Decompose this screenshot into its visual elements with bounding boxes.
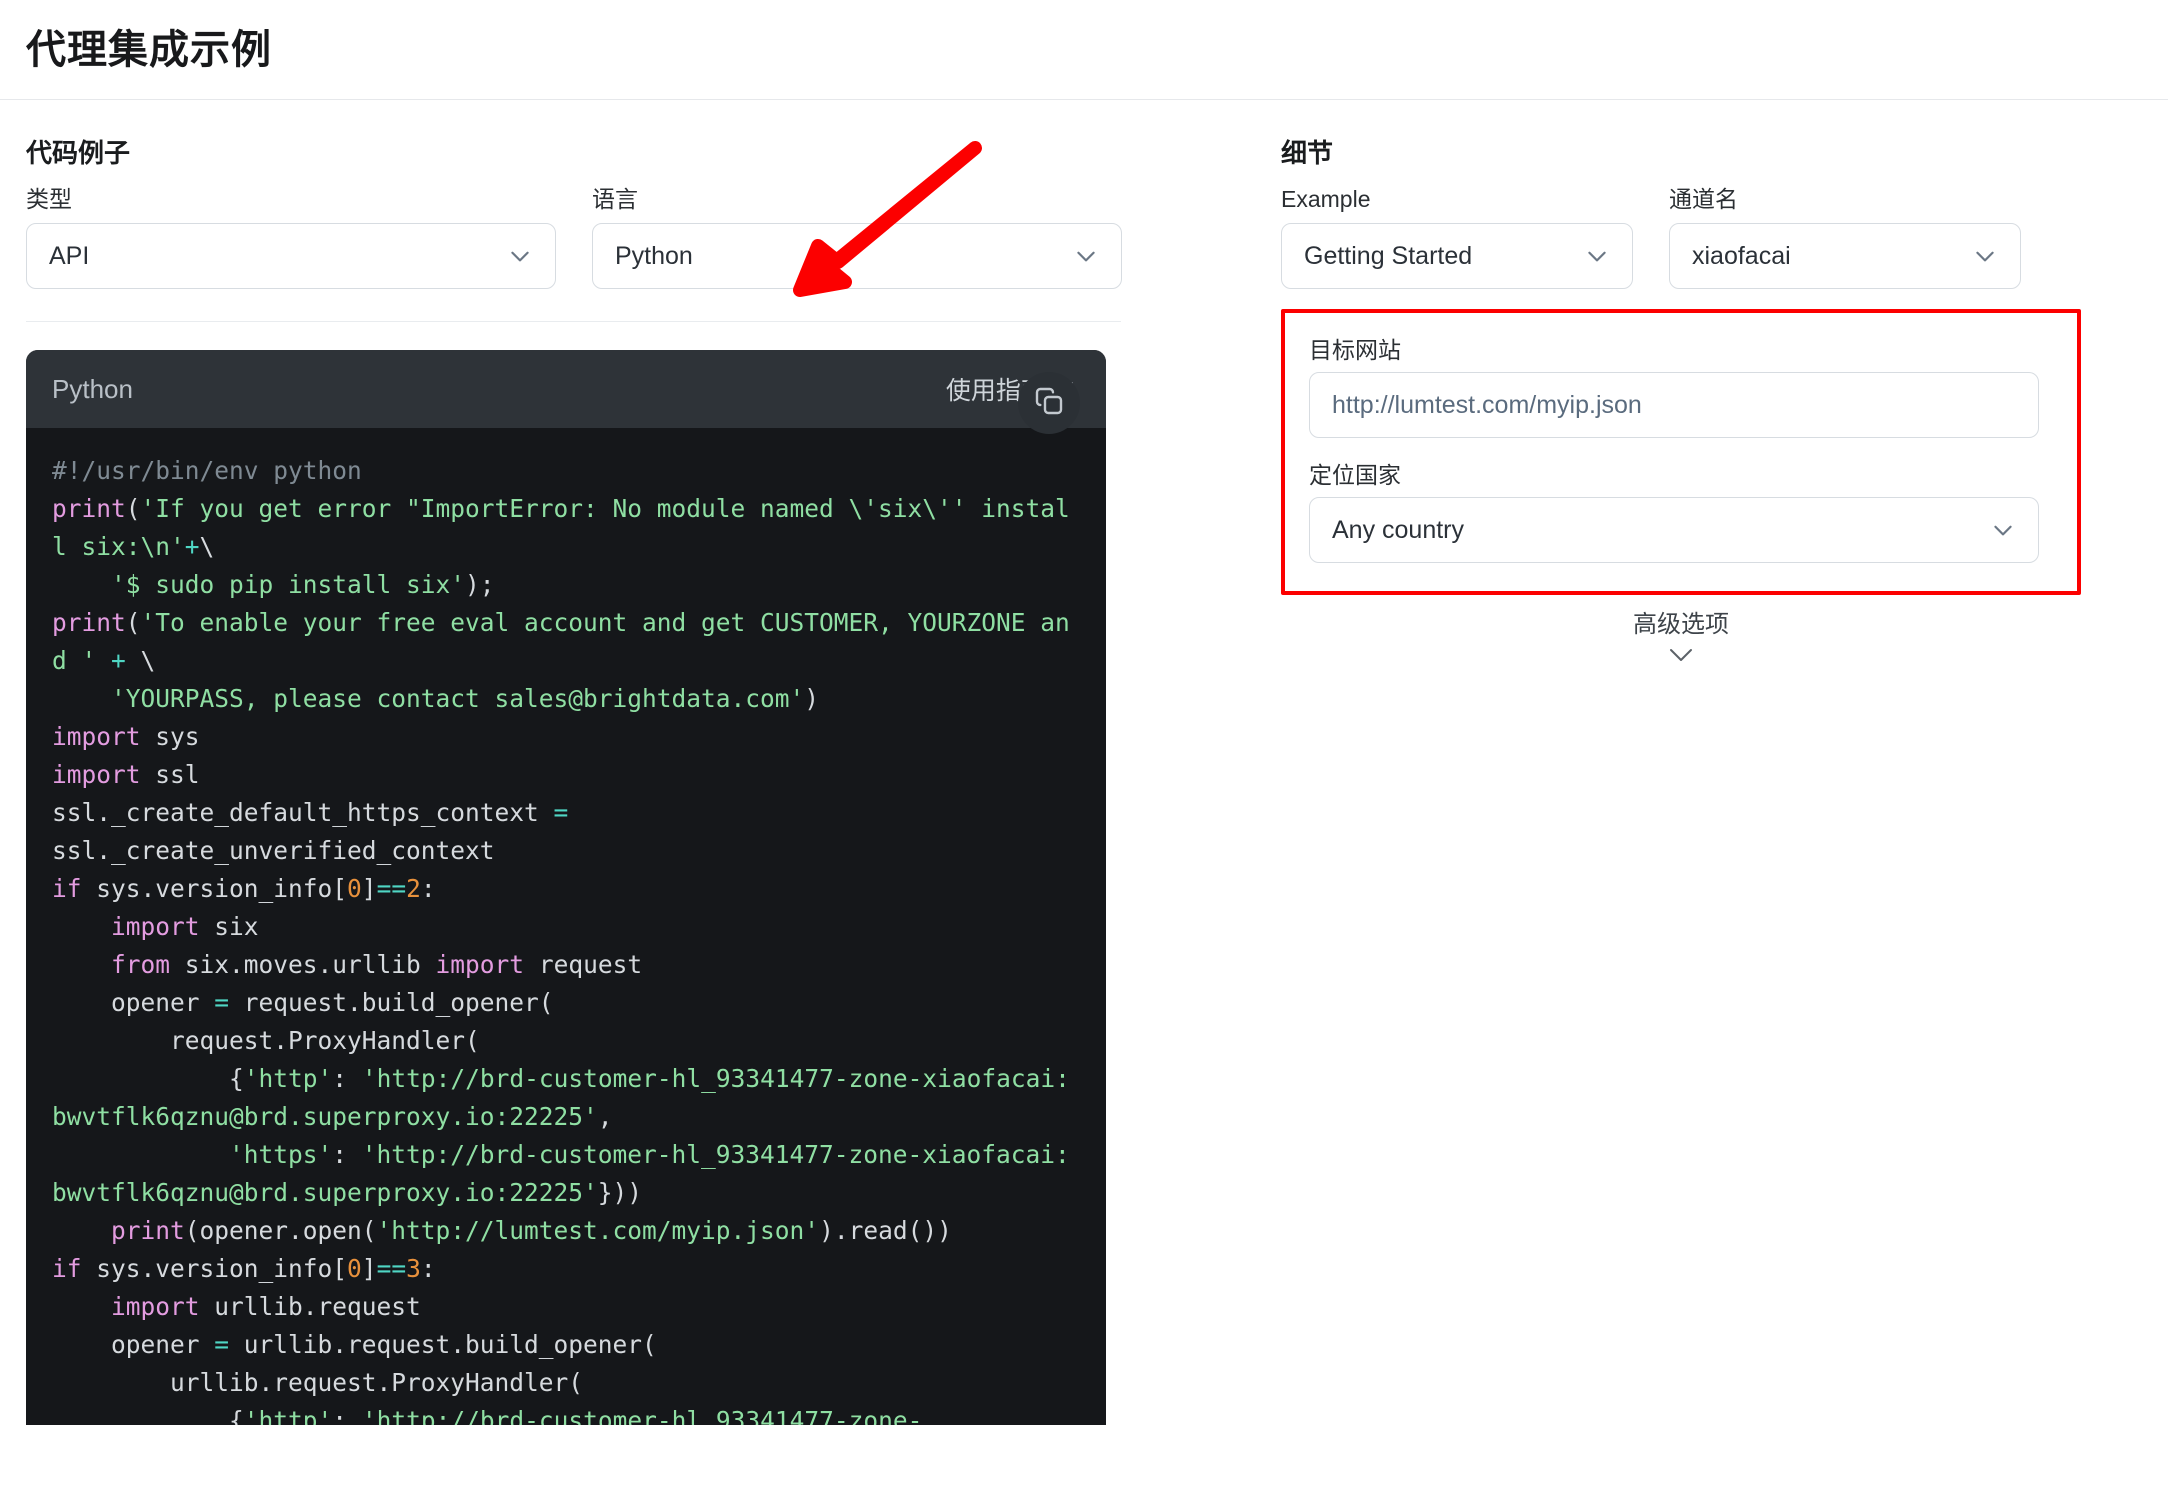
- zone-label: 通道名: [1669, 188, 2021, 211]
- page-title: 代理集成示例: [26, 30, 272, 70]
- code-line: print(opener.open('http://lumtest.com/my…: [52, 1212, 1080, 1250]
- code-section-heading: 代码例子: [26, 140, 1146, 166]
- zone-select[interactable]: xiaofacai: [1669, 223, 2021, 289]
- advanced-options-label: 高级选项: [1633, 613, 1729, 637]
- code-line: print('To enable your free eval account …: [52, 604, 1080, 680]
- language-select[interactable]: Python: [592, 223, 1122, 289]
- code-panel: Python 使用指南 ↗ #!/usr/bin/env pythonprin: [26, 350, 1106, 1425]
- type-select-value: API: [49, 242, 89, 271]
- chevron-down-icon: [1665, 645, 1697, 665]
- example-select[interactable]: Getting Started: [1281, 223, 1633, 289]
- example-label: Example: [1281, 188, 1633, 211]
- app-root: 代理集成示例 代码例子 类型 API 语言: [0, 0, 2168, 1510]
- language-select-value: Python: [615, 242, 693, 271]
- page-content: 代码例子 类型 API 语言 Python: [0, 100, 2168, 1425]
- copy-icon: [1033, 385, 1065, 422]
- language-field: 语言 Python: [592, 188, 1122, 289]
- chevron-down-icon: [1073, 243, 1099, 269]
- target-site-input[interactable]: http://lumtest.com/myip.json: [1309, 372, 2039, 438]
- code-example-column: 代码例子 类型 API 语言 Python: [26, 140, 1146, 1425]
- code-line: 'YOURPASS, please contact sales@brightda…: [52, 680, 1080, 718]
- country-select[interactable]: Any country: [1309, 497, 2039, 563]
- code-line: ssl._create_unverified_context: [52, 832, 1080, 870]
- target-site-value: http://lumtest.com/myip.json: [1332, 391, 1642, 420]
- type-select[interactable]: API: [26, 223, 556, 289]
- details-selectors-row: Example Getting Started 通道名 xiaofacai: [1281, 188, 2141, 289]
- language-label: 语言: [592, 188, 1122, 211]
- country-label: 定位国家: [1309, 464, 2053, 487]
- section-divider: [26, 321, 1121, 322]
- code-line: import six: [52, 908, 1080, 946]
- chevron-down-icon: [1584, 243, 1610, 269]
- code-line: request.ProxyHandler(: [52, 1022, 1080, 1060]
- code-selectors-row: 类型 API 语言 Python: [26, 188, 1146, 289]
- details-heading: 细节: [1281, 140, 2141, 166]
- code-line: if sys.version_info[0]==3:: [52, 1250, 1080, 1288]
- code-line: {'http': 'http://brd-customer-hl_9334147…: [52, 1060, 1080, 1136]
- code-panel-header: Python 使用指南 ↗: [26, 350, 1106, 428]
- country-select-value: Any country: [1332, 516, 1464, 545]
- code-line: ssl._create_default_https_context =: [52, 794, 1080, 832]
- code-panel-language: Python: [52, 374, 133, 405]
- chevron-down-icon: [1972, 243, 1998, 269]
- code-line: opener = urllib.request.build_opener(: [52, 1326, 1080, 1364]
- advanced-options-toggle[interactable]: 高级选项: [1281, 613, 2081, 665]
- zone-select-value: xiaofacai: [1692, 242, 1791, 271]
- example-select-value: Getting Started: [1304, 242, 1472, 271]
- code-content[interactable]: #!/usr/bin/env pythonprint('If you get e…: [26, 428, 1106, 1425]
- page-header: 代理集成示例: [0, 0, 2168, 100]
- zone-field: 通道名 xiaofacai: [1669, 188, 2021, 289]
- code-line: 'https': 'http://brd-customer-hl_9334147…: [52, 1136, 1080, 1212]
- target-site-label: 目标网站: [1309, 339, 2053, 362]
- code-line: from six.moves.urllib import request: [52, 946, 1080, 984]
- code-line: import sys: [52, 718, 1080, 756]
- code-line: urllib.request.ProxyHandler(: [52, 1364, 1080, 1402]
- code-line: opener = request.build_opener(: [52, 984, 1080, 1022]
- type-field: 类型 API: [26, 188, 556, 289]
- type-label: 类型: [26, 188, 556, 211]
- code-line: #!/usr/bin/env python: [52, 452, 1080, 490]
- details-column: 细节 Example Getting Started 通道名 xiaofacai: [1281, 140, 2141, 1425]
- code-line: print('If you get error "ImportError: No…: [52, 490, 1080, 566]
- chevron-down-icon: [507, 243, 533, 269]
- highlight-box-target-and-country: 目标网站 http://lumtest.com/myip.json 定位国家 A…: [1281, 309, 2081, 595]
- code-line: import ssl: [52, 756, 1080, 794]
- code-line: '$ sudo pip install six');: [52, 566, 1080, 604]
- example-field: Example Getting Started: [1281, 188, 1633, 289]
- code-line: import urllib.request: [52, 1288, 1080, 1326]
- code-line: if sys.version_info[0]==2:: [52, 870, 1080, 908]
- code-line: {'http': 'http://brd-customer-hl_9334147…: [52, 1402, 1080, 1425]
- copy-code-button[interactable]: [1018, 372, 1080, 434]
- chevron-down-icon: [1990, 517, 2016, 543]
